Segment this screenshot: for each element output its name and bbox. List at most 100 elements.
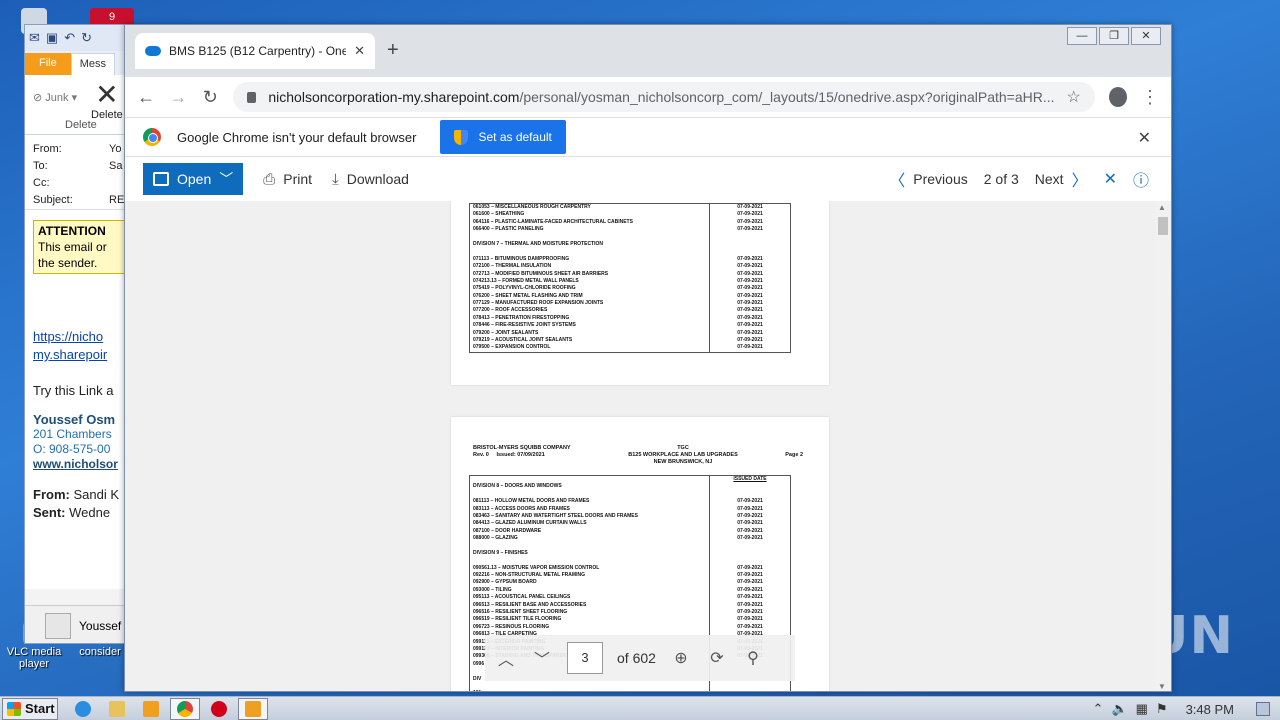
taskbar-explorer[interactable] <box>102 698 132 720</box>
infobar-close-icon[interactable]: ✕ <box>1138 128 1151 148</box>
zoom-in-icon[interactable]: ⊕ <box>670 648 692 668</box>
chevron-down-icon: ﹀ <box>219 171 234 187</box>
rotate-icon[interactable]: ⟳ <box>706 648 728 668</box>
table-row: 096513 – RESILIENT BASE AND ACCESSORIES 0… <box>470 601 790 610</box>
download-button[interactable]: ⤓ Download <box>332 171 409 188</box>
taskbar-opera[interactable] <box>204 698 234 720</box>
onedrive-cloud-icon <box>145 46 161 56</box>
delete-icon: ✕ <box>95 79 119 110</box>
media-player-icon <box>143 700 159 717</box>
table-row: 061600 – SHEATHING 07-09-2021 <box>470 211 790 219</box>
set-as-default-button[interactable]: Set as default <box>440 120 566 154</box>
taskbar-outlook[interactable] <box>238 697 268 720</box>
table-row: 090561.13 – MOISTURE VAPOR EMISSION CONT… <box>470 564 790 573</box>
show-desktop-button[interactable] <box>1256 702 1270 716</box>
table-row: 081113 – HOLLOW METAL DOORS AND FRAMES 07… <box>470 498 790 506</box>
open-button[interactable]: Open ﹀ <box>143 163 244 195</box>
scrollbar-thumb[interactable] <box>1158 217 1168 235</box>
scroll-down-arrow-icon[interactable]: ▼ <box>1158 682 1166 691</box>
delete-button[interactable]: ✕ Delete <box>91 79 123 122</box>
table-row: 078413 – PENETRATION FIRESTOPPING 07-09-2… <box>470 314 790 323</box>
table-row <box>470 490 790 499</box>
close-window-button[interactable]: ✕ <box>1131 27 1161 45</box>
table-row: 096519 – RESILIENT TILE FLOORING 07-09-20… <box>470 616 790 624</box>
table-row: DIVISION 9 – FINISHES <box>470 549 790 558</box>
table-row: 101 <box>470 690 790 691</box>
opera-icon <box>211 700 227 717</box>
internet-explorer-icon <box>75 700 91 717</box>
pdf-document-area[interactable]: 061053 – MISCELLANEOUS ROUGH CARPENTRY 07… <box>125 201 1171 691</box>
table-row: 083113 – ACCESS DOORS AND FRAMES 07-09-20… <box>470 505 790 513</box>
table-row: 074213.13 – FORMED METAL WALL PANELS 07-0… <box>470 277 790 286</box>
browser-tab-active[interactable]: BMS B125 (B12 Carpentry) - OneDri ✕ <box>135 33 375 69</box>
viewer-command-bar: Open ﹀ ⎙ Print ⤓ Download 〈 Previous 2 o… <box>125 157 1171 201</box>
system-tray: ⌃ 🔈 ▦ ⚑ 3:48 PM <box>1093 697 1280 720</box>
table-header-row: ISSUED DATE <box>470 476 790 484</box>
info-icon[interactable]: ⓘ <box>1133 167 1149 191</box>
profile-avatar-icon[interactable] <box>1108 87 1127 107</box>
mail-icon[interactable]: ✉ <box>29 30 40 46</box>
download-icon: ⤓ <box>332 170 339 188</box>
page-down-icon[interactable]: ﹀ <box>531 646 553 670</box>
scroll-up-arrow-icon[interactable]: ▲ <box>1158 203 1166 212</box>
table-row: 092216 – NON-STRUCTURAL METAL FRAMING 07-… <box>470 572 790 580</box>
chrome-toolbar: ← → ↻ nicholsoncorporation-my.sharepoint… <box>125 77 1171 117</box>
chrome-menu-icon[interactable]: ⋮ <box>1141 87 1159 108</box>
tab-close-icon[interactable]: ✕ <box>354 43 365 59</box>
submittal-table-page1: 061053 – MISCELLANEOUS ROUGH CARPENTRY 07… <box>469 203 791 353</box>
taskbar-media[interactable] <box>136 698 166 720</box>
action-center-flag-icon[interactable]: ⚑ <box>1156 701 1168 717</box>
table-row: 072100 – THERMAL INSULATION 07-09-2021 <box>470 263 790 271</box>
url-text[interactable]: nicholsoncorporation-my.sharepoint.com/p… <box>268 89 1054 105</box>
table-row: 095113 – ACOUSTICAL PANEL CEILINGS 07-09-… <box>470 594 790 602</box>
forward-arrow-icon[interactable]: → <box>169 87 187 108</box>
page-number-input[interactable]: 3 <box>567 642 603 674</box>
vertical-scrollbar[interactable]: ▲ ▼ <box>1155 201 1171 691</box>
redo-icon[interactable]: ↻ <box>81 30 92 46</box>
avatar[interactable] <box>45 612 71 639</box>
table-row: 093000 – TILING 07-09-2021 <box>470 586 790 595</box>
table-row: 075419 – POLYVINYL-CHLORIDE ROOFING 07-09… <box>470 285 790 293</box>
next-file-button[interactable]: Next 〉 <box>1035 167 1088 191</box>
chevron-left-icon: 〈 <box>889 173 906 190</box>
junk-button[interactable]: ⊘ Junk ▾ <box>33 91 77 104</box>
print-button[interactable]: ⎙ Print <box>263 171 312 188</box>
chrome-window[interactable]: BMS B125 (B12 Carpentry) - OneDri ✕ + — … <box>124 24 1172 692</box>
previous-file-button[interactable]: 〈 Previous <box>889 167 967 191</box>
printer-icon: ⎙ <box>263 170 276 188</box>
tab-message[interactable]: Mess <box>70 53 116 75</box>
search-icon[interactable]: ⚲ <box>742 648 764 668</box>
table-row: 078446 – FIRE-RESISTIVE JOINT SYSTEMS 07-… <box>470 322 790 330</box>
bookmark-star-icon[interactable]: ☆ <box>1067 87 1081 107</box>
network-icon[interactable]: ▦ <box>1136 701 1148 717</box>
new-tab-button[interactable]: + <box>387 39 399 62</box>
back-arrow-icon[interactable]: ← <box>137 87 155 108</box>
table-row: DIVISION 8 – DOORS AND WINDOWS <box>470 483 790 491</box>
save-icon[interactable]: ▣ <box>46 30 58 46</box>
minimize-button[interactable]: — <box>1067 27 1097 45</box>
table-row <box>470 557 790 565</box>
lock-icon[interactable] <box>247 91 257 103</box>
maximize-button[interactable]: ❐ <box>1099 27 1129 45</box>
start-button[interactable]: Start <box>2 697 58 720</box>
table-row: 066400 – PLASTIC PANELING 07-09-2021 <box>470 226 790 234</box>
table-row <box>470 682 790 691</box>
address-bar[interactable]: nicholsoncorporation-my.sharepoint.com/p… <box>233 82 1095 112</box>
clock[interactable]: 3:48 PM <box>1186 702 1234 717</box>
pdf-file-icon <box>153 172 169 186</box>
reload-icon[interactable]: ↻ <box>201 87 219 108</box>
desktop-icon-consider[interactable]: consider <box>70 646 130 658</box>
tab-file[interactable]: File <box>25 53 71 75</box>
junk-icon: ⊘ <box>33 92 43 104</box>
table-row: 096723 – RESINOUS FLOORING 07-09-2021 <box>470 623 790 632</box>
close-viewer-icon[interactable]: ✕ <box>1104 169 1117 189</box>
uac-shield-icon <box>454 129 469 145</box>
volume-icon[interactable]: 🔈 <box>1111 701 1127 717</box>
taskbar-chrome[interactable] <box>170 697 200 720</box>
undo-icon[interactable]: ↶ <box>64 30 75 46</box>
page-up-icon[interactable]: ︿ <box>495 646 517 670</box>
pdf-page-1: 061053 – MISCELLANEOUS ROUGH CARPENTRY 07… <box>451 201 829 385</box>
chrome-logo-icon <box>143 128 161 146</box>
taskbar-ie[interactable] <box>68 698 98 720</box>
tray-expand-icon[interactable]: ⌃ <box>1093 701 1104 717</box>
